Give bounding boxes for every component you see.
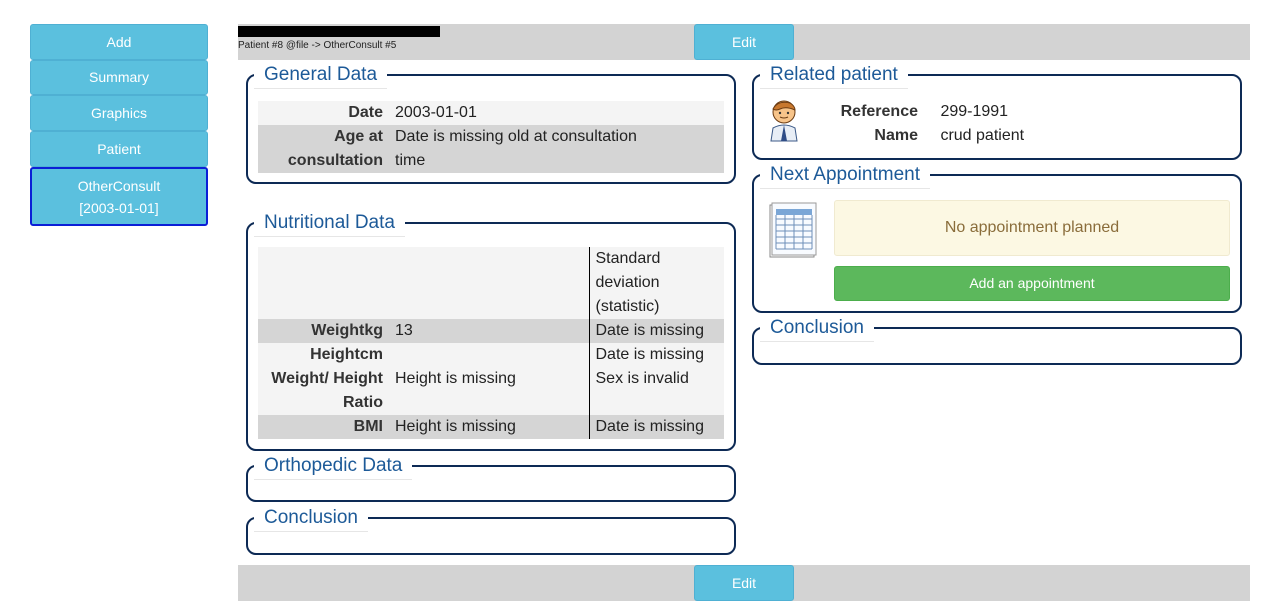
name-row: Name crud patient: [794, 127, 1024, 145]
next-appointment-section: Next Appointment No appointment planned …: [752, 162, 1242, 313]
table-row: Weight/ Height Ratio Height is missing S…: [258, 367, 724, 415]
weight-height-ratio-sd: Sex is invalid: [588, 367, 724, 415]
weight-height-ratio-value: Height is missing: [395, 370, 516, 387]
table-row: BMI Height is missing Date is missing: [258, 415, 724, 439]
sidebar-item-otherconsult[interactable]: OtherConsult [2003-01-01]: [30, 167, 208, 226]
related-patient-section: Related patient Reference 299-1991 Name …: [752, 62, 1242, 160]
table-row: Date 2003-01-01: [258, 101, 724, 125]
height-label: Heightcm: [310, 346, 383, 363]
edit-button-bottom[interactable]: Edit: [694, 565, 794, 601]
weight-label: Weightkg: [311, 322, 383, 339]
age-value: Date is missing old at consultation time: [395, 128, 637, 169]
redacted-title-bar: [238, 26, 440, 37]
table-header-row: Standard deviation (statistic): [258, 247, 724, 319]
height-sd: Date is missing: [588, 343, 724, 367]
sidebar-item-patient[interactable]: Patient: [30, 131, 208, 167]
reference-value: 299-1991: [940, 103, 1009, 120]
sidebar-item-otherconsult-label: OtherConsult: [77, 178, 161, 194]
general-data-table: Date 2003-01-01 Age at consultation Date…: [258, 101, 724, 173]
bmi-value: Height is missing: [395, 418, 516, 435]
nutritional-data-section: Nutritional Data Standard deviation (sta…: [246, 210, 736, 451]
bmi-sd: Date is missing: [588, 415, 724, 439]
date-label: Date: [348, 104, 383, 121]
nutritional-data-table: Standard deviation (statistic) Weightkg …: [258, 247, 724, 439]
no-appointment-alert: No appointment planned: [834, 200, 1230, 256]
orthopedic-data-legend: Orthopedic Data: [254, 453, 413, 480]
date-value: 2003-01-01: [395, 104, 477, 121]
edit-button-top[interactable]: Edit: [694, 24, 794, 60]
general-data-legend: General Data: [254, 62, 388, 89]
weight-sd: Date is missing: [588, 319, 724, 343]
table-row: Heightcm Date is missing: [258, 343, 724, 367]
calendar-icon: [769, 202, 817, 258]
reference-label: Reference: [840, 103, 918, 120]
conclusion-legend-right: Conclusion: [760, 315, 874, 342]
sidebar-item-otherconsult-date: [2003-01-01]: [79, 200, 159, 216]
top-toolbar: Patient #8 @file -> OtherConsult #5 Edit: [238, 24, 1250, 60]
height-value: [389, 343, 589, 367]
sidebar: Add Summary Graphics Patient OtherConsul…: [30, 24, 208, 226]
name-label: Name: [874, 127, 918, 144]
conclusion-section-right: Conclusion: [752, 315, 1242, 365]
sidebar-item-add[interactable]: Add: [30, 24, 208, 60]
conclusion-legend-left: Conclusion: [254, 505, 368, 532]
weight-height-ratio-label: Weight/ Height Ratio: [271, 370, 383, 411]
table-row: Age at consultation Date is missing old …: [258, 125, 724, 173]
bottom-toolbar: Edit: [238, 565, 1250, 601]
general-data-section: General Data Date 2003-01-01 Age at cons…: [246, 62, 736, 184]
sd-column-header: Standard deviation (statistic): [588, 247, 724, 319]
sidebar-item-summary[interactable]: Summary: [30, 60, 208, 95]
related-patient-legend: Related patient: [760, 62, 908, 89]
reference-row: Reference 299-1991: [794, 103, 1008, 121]
age-label: Age at consultation: [287, 128, 383, 169]
next-appointment-legend: Next Appointment: [760, 162, 930, 189]
sidebar-item-graphics[interactable]: Graphics: [30, 95, 208, 131]
breadcrumb: Patient #8 @file -> OtherConsult #5: [238, 40, 397, 51]
weight-value: 13: [395, 322, 413, 339]
conclusion-section-left: Conclusion: [246, 505, 736, 555]
orthopedic-data-section: Orthopedic Data: [246, 453, 736, 502]
nutritional-data-legend: Nutritional Data: [254, 210, 405, 237]
add-appointment-button[interactable]: Add an appointment: [834, 266, 1230, 301]
table-row: Weightkg 13 Date is missing: [258, 319, 724, 343]
name-value: crud patient: [940, 127, 1025, 144]
bmi-label: BMI: [353, 418, 383, 435]
